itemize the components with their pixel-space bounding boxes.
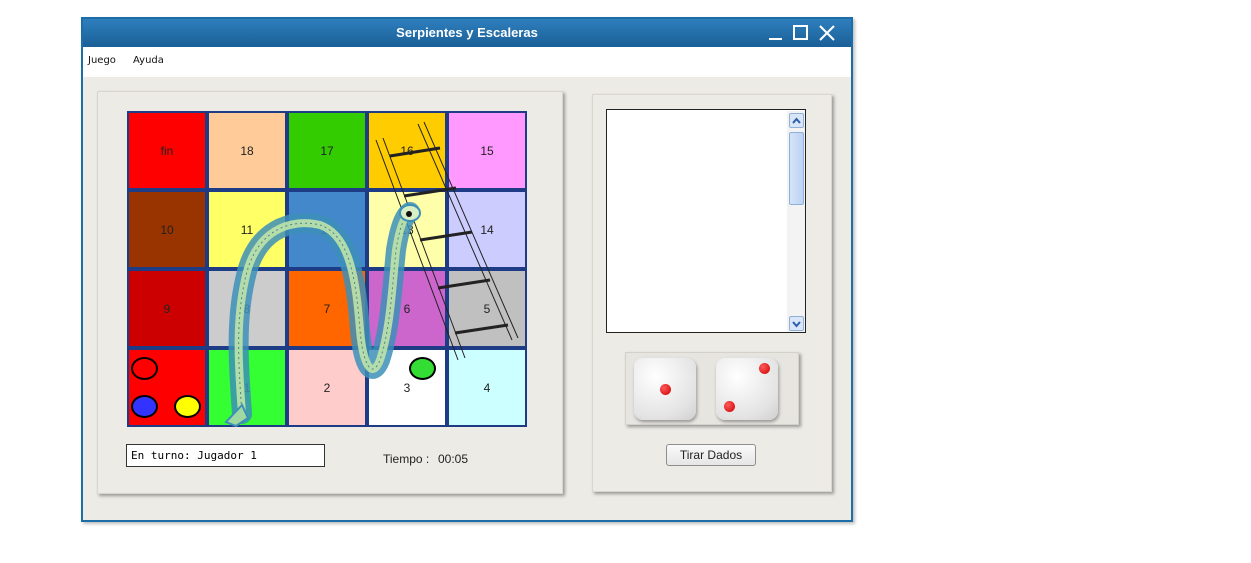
board-cell: 5 [447, 269, 527, 348]
board-cell: 1 [207, 348, 287, 427]
timer-label: Tiempo : [383, 452, 430, 466]
menu-juego[interactable]: Juego [88, 55, 116, 66]
board-cell: 3 [367, 348, 447, 427]
board-cell: 13 [367, 190, 447, 269]
die-pip [724, 400, 736, 412]
game-log[interactable] [606, 109, 806, 333]
timer-value: 00:05 [438, 452, 469, 466]
player-token [409, 357, 436, 380]
board-cell: 17 [287, 111, 367, 190]
maximize-icon[interactable] [791, 23, 811, 43]
player-token [131, 357, 158, 380]
board-cell: 9 [127, 269, 207, 348]
player-token [174, 395, 201, 418]
board-cell: 4 [447, 348, 527, 427]
board-cell: 2 [287, 348, 367, 427]
turn-indicator: En turno: Jugador 1 [126, 444, 325, 467]
board-cell: 11 [207, 190, 287, 269]
board-cell: 7 [287, 269, 367, 348]
menu-ayuda[interactable]: Ayuda [133, 55, 164, 66]
die-1 [634, 358, 696, 420]
scroll-up-icon[interactable] [789, 113, 804, 128]
board-cell: 18 [207, 111, 287, 190]
board-cell: 10 [127, 190, 207, 269]
game-board: fin 18 17 16 15 10 11 12 13 14 9 8 7 6 5 1 2 3 4 [127, 111, 527, 428]
board-cell: 14 [447, 190, 527, 269]
title-bar[interactable]: Serpientes y Escaleras [83, 19, 851, 47]
board-cell: 16 [367, 111, 447, 190]
board-cell: 8 [207, 269, 287, 348]
die-pip [758, 363, 770, 375]
board-cell: 6 [367, 269, 447, 348]
window-title: Serpientes y Escaleras [396, 25, 538, 40]
board-cell: 15 [447, 111, 527, 190]
menu-bar: Juego Ayuda [83, 47, 851, 77]
scroll-thumb[interactable] [789, 132, 804, 205]
board-cell: 12 [287, 190, 367, 269]
die-2 [716, 358, 778, 420]
close-icon[interactable] [817, 23, 837, 43]
minimize-icon[interactable] [766, 23, 786, 43]
roll-dice-button[interactable]: Tirar Dados [666, 444, 756, 466]
player-token [131, 395, 158, 418]
scroll-down-icon[interactable] [789, 316, 804, 331]
die-pip [659, 383, 671, 395]
board-cell: fin [127, 111, 207, 190]
